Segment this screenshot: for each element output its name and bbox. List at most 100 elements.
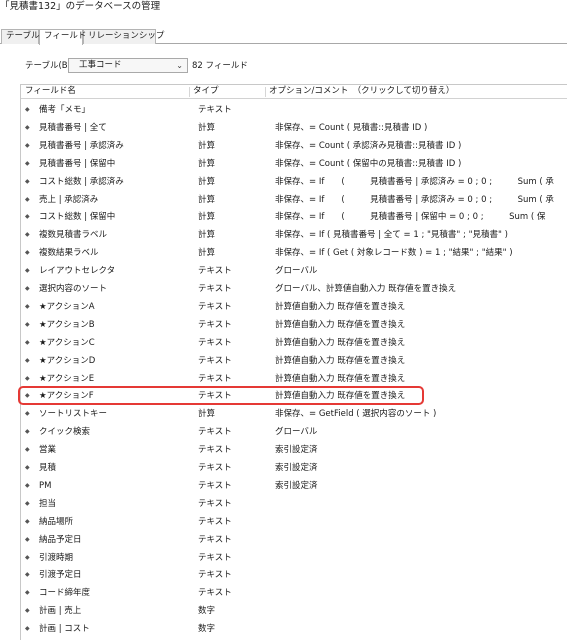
reorder-handle-icon[interactable]: ◆: [25, 101, 30, 119]
reorder-handle-icon[interactable]: ◆: [25, 208, 30, 226]
column-divider[interactable]: [265, 87, 266, 97]
reorder-handle-icon[interactable]: ◆: [25, 137, 30, 155]
field-type: テキスト: [198, 284, 232, 294]
table-select[interactable]: 工事コード ⌄: [68, 58, 188, 73]
field-options: 非保存、= Count ( 見積書::見積書 ID ): [275, 122, 428, 133]
field-row[interactable]: ◆ 選択内容のソート テキスト グローバル、計算値自動入力 既存値を置き換え: [21, 280, 567, 298]
field-options: 非保存、= If ( 見積書番号 | 全て = 1 ; "見積書" ; "見積書…: [275, 230, 508, 241]
field-type: 計算: [198, 409, 216, 420]
field-row[interactable]: ◆ コード締年度 テキスト: [21, 584, 567, 602]
reorder-handle-icon[interactable]: ◆: [25, 495, 30, 513]
field-row[interactable]: ◆ ★アクションA テキスト 計算値自動入力 既存値を置き換え: [21, 298, 567, 316]
field-row[interactable]: ◆ 複数見積書ラベル 計算 非保存、= If ( 見積書番号 | 全て = 1 ; "…: [21, 226, 567, 244]
field-row[interactable]: ◆ 計画 | コスト 数字: [21, 620, 567, 638]
reorder-handle-icon[interactable]: ◆: [25, 280, 30, 298]
reorder-handle-icon[interactable]: ◆: [25, 405, 30, 423]
field-options: 非保存、= If ( Get ( 対象レコード数 ) = 1 ; "結果" ; …: [275, 248, 513, 259]
field-name: PM: [39, 480, 52, 491]
reorder-handle-icon[interactable]: ◆: [25, 513, 30, 531]
tab-relationships[interactable]: リレーションシップ: [83, 29, 164, 44]
column-divider[interactable]: [189, 87, 190, 97]
field-type: テキスト: [198, 516, 232, 527]
reorder-handle-icon[interactable]: ◆: [25, 262, 30, 280]
field-name: レイアウトセレクタ: [39, 266, 116, 277]
reorder-handle-icon[interactable]: ◆: [25, 584, 30, 602]
field-row[interactable]: ◆ 見積書番号 | 全て 計算 非保存、= Count ( 見積書::見積書 ID ): [21, 119, 567, 137]
field-name: コード締年度: [39, 588, 91, 599]
field-name: 複数結果ラベル: [39, 248, 99, 259]
field-options: グローバル: [275, 266, 318, 277]
field-row[interactable]: ◆ 見積書番号 | 保留中 計算 非保存、= Count ( 保留中の見積書::見積書…: [21, 155, 567, 173]
column-header-type[interactable]: タイプ: [193, 85, 219, 98]
field-row[interactable]: ◆ 引渡予定日 テキスト: [21, 566, 567, 584]
field-row[interactable]: ◆ 計画 | 売上 数字: [21, 602, 567, 620]
reorder-handle-icon[interactable]: ◆: [25, 459, 30, 477]
field-type: テキスト: [198, 498, 232, 509]
field-row[interactable]: ◆ 引渡時期 テキスト: [21, 549, 567, 567]
field-row[interactable]: ◆ 納品場所 テキスト: [21, 513, 567, 531]
field-options: 非保存、= GetField ( 選択内容のソート ): [275, 409, 437, 420]
field-options: 計算値自動入力 既存値を置き換え: [275, 301, 406, 312]
field-options: 計算値自動入力 既存値を置き換え: [275, 391, 406, 402]
reorder-handle-icon[interactable]: ◆: [25, 620, 30, 638]
field-type: 計算: [198, 158, 216, 169]
reorder-handle-icon[interactable]: ◆: [25, 244, 30, 262]
column-header-name[interactable]: フィールド名: [25, 85, 76, 98]
reorder-handle-icon[interactable]: ◆: [25, 531, 30, 549]
reorder-handle-icon[interactable]: ◆: [25, 334, 30, 352]
field-row[interactable]: ◆ 納品予定日 テキスト: [21, 531, 567, 549]
reorder-handle-icon[interactable]: ◆: [25, 226, 30, 244]
field-row[interactable]: ◆ 担当 テキスト: [21, 495, 567, 513]
reorder-handle-icon[interactable]: ◆: [25, 387, 30, 405]
field-type: テキスト: [198, 588, 232, 599]
field-row[interactable]: ◆ 見積書番号 | 承認済み 計算 非保存、= Count ( 承認済み見積書::見積…: [21, 137, 567, 155]
field-row[interactable]: ◆ ★アクションD テキスト 計算値自動入力 既存値を置き換え: [21, 352, 567, 370]
field-row[interactable]: ◆ ★アクションF テキスト 計算値自動入力 既存値を置き換え: [21, 387, 567, 405]
field-count: 82 フィールド: [192, 61, 248, 71]
field-row[interactable]: ◆ 複数結果ラベル 計算 非保存、= If ( Get ( 対象レコード数 ) = 1…: [21, 244, 567, 262]
field-row[interactable]: ◆ 営業 テキスト 索引設定済: [21, 441, 567, 459]
reorder-handle-icon[interactable]: ◆: [25, 549, 30, 567]
field-row[interactable]: ◆ レイアウトセレクタ テキスト グローバル: [21, 262, 567, 280]
field-name: 納品場所: [39, 516, 74, 527]
field-list[interactable]: フィールド名 タイプ オプション/コメント （クリックして切り替え） ◆ 備考「メ…: [20, 84, 567, 640]
reorder-handle-icon[interactable]: ◆: [25, 173, 30, 191]
tab-fields[interactable]: フィールド: [39, 29, 86, 45]
field-row[interactable]: ◆ ソートリストキー 計算 非保存、= GetField ( 選択内容のソート ): [21, 405, 567, 423]
field-name: 選択内容のソート: [39, 284, 108, 294]
field-name: コスト総数 | 保留中: [39, 212, 116, 223]
field-type: テキスト: [198, 319, 232, 330]
table-select-label: テーブル(B):: [25, 61, 74, 71]
field-options: 計算値自動入力 既存値を置き換え: [275, 373, 406, 384]
field-name: 納品予定日: [39, 534, 82, 545]
field-type: テキスト: [198, 480, 232, 491]
reorder-handle-icon[interactable]: ◆: [25, 370, 30, 388]
field-name: ★アクションA: [39, 301, 95, 312]
field-name: ★アクションB: [39, 319, 95, 330]
reorder-handle-icon[interactable]: ◆: [25, 119, 30, 137]
field-row[interactable]: ◆ ★アクションB テキスト 計算値自動入力 既存値を置き換え: [21, 316, 567, 334]
field-row[interactable]: ◆ PM テキスト 索引設定済: [21, 477, 567, 495]
field-row[interactable]: ◆ コスト総数 | 承認済み 計算 非保存、= If ( 見積書番号 | 承認済み =…: [21, 173, 567, 191]
field-row[interactable]: ◆ コスト総数 | 保留中 計算 非保存、= If ( 見積書番号 | 保留中 = 0…: [21, 208, 567, 226]
reorder-handle-icon[interactable]: ◆: [25, 441, 30, 459]
reorder-handle-icon[interactable]: ◆: [25, 602, 30, 620]
field-row[interactable]: ◆ 見積 テキスト 索引設定済: [21, 459, 567, 477]
reorder-handle-icon[interactable]: ◆: [25, 477, 30, 495]
reorder-handle-icon[interactable]: ◆: [25, 298, 30, 316]
field-row[interactable]: ◆ 備考「メモ」 テキスト: [21, 101, 567, 119]
reorder-handle-icon[interactable]: ◆: [25, 423, 30, 441]
column-header-options[interactable]: オプション/コメント （クリックして切り替え）: [269, 85, 454, 98]
tab-tables[interactable]: テーブル: [1, 29, 40, 44]
reorder-handle-icon[interactable]: ◆: [25, 155, 30, 173]
field-row[interactable]: ◆ 売上 | 承認済み 計算 非保存、= If ( 見積書番号 | 承認済み = 0 …: [21, 191, 567, 209]
reorder-handle-icon[interactable]: ◆: [25, 352, 30, 370]
field-row[interactable]: ◆ クイック検索 テキスト グローバル: [21, 423, 567, 441]
field-name: コスト総数 | 承認済み: [39, 176, 124, 187]
reorder-handle-icon[interactable]: ◆: [25, 191, 30, 209]
field-row[interactable]: ◆ ★アクションE テキスト 計算値自動入力 既存値を置き換え: [21, 370, 567, 388]
reorder-handle-icon[interactable]: ◆: [25, 316, 30, 334]
reorder-handle-icon[interactable]: ◆: [25, 566, 30, 584]
field-row[interactable]: ◆ ★アクションC テキスト 計算値自動入力 既存値を置き換え: [21, 334, 567, 352]
field-type: テキスト: [198, 534, 232, 545]
